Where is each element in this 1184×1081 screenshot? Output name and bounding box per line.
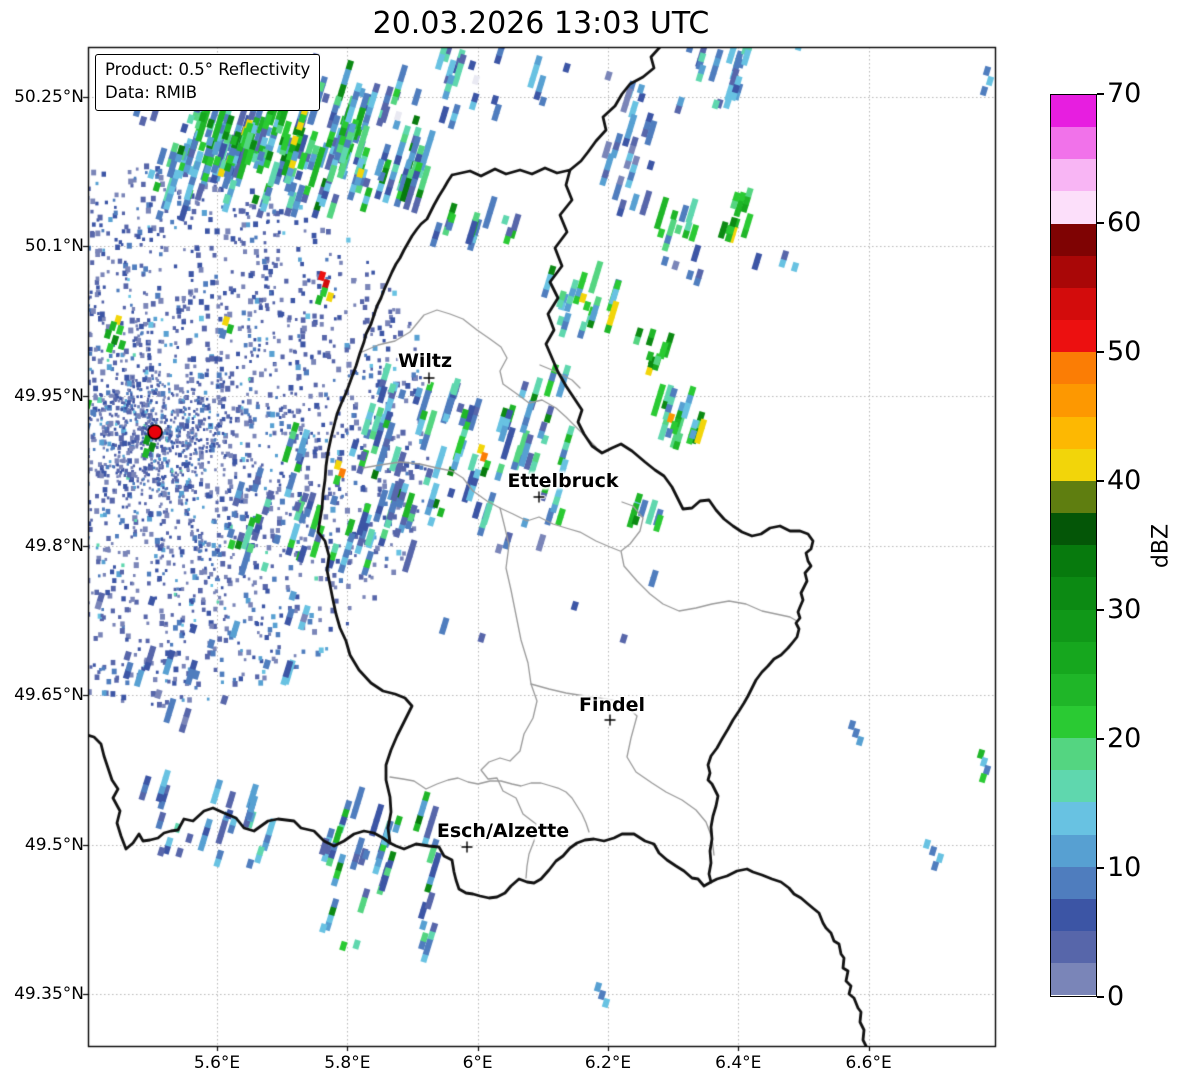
colorbar-band bbox=[1051, 738, 1096, 771]
colorbar-band bbox=[1051, 287, 1096, 321]
colorbar-tick-label: 0 bbox=[1107, 981, 1125, 1012]
city-label: Esch/Alzette bbox=[436, 820, 570, 842]
y-tick-label: 49.65°N bbox=[14, 685, 84, 706]
colorbar-tick bbox=[1097, 609, 1104, 611]
x-tick-label: 6.6°E bbox=[845, 1053, 892, 1073]
x-tick-label: 6°E bbox=[462, 1053, 493, 1073]
y-tick-label: 50.25°N bbox=[14, 86, 84, 107]
colorbar-axis-label: dBZ bbox=[1148, 523, 1174, 569]
colorbar-band bbox=[1051, 802, 1096, 835]
y-tick-label: 50.1°N bbox=[24, 236, 84, 257]
colorbar-tick-label: 70 bbox=[1107, 78, 1142, 109]
colorbar-band bbox=[1051, 705, 1096, 739]
radar-figure: 20.03.2026 13:03 UTC Product: 0.5° Refle… bbox=[0, 0, 1184, 1081]
colorbar-tick-label: 30 bbox=[1107, 594, 1142, 625]
colorbar-band bbox=[1051, 963, 1096, 996]
colorbar-tick bbox=[1097, 351, 1104, 353]
colorbar-band bbox=[1051, 770, 1096, 803]
colorbar-tick bbox=[1097, 867, 1104, 869]
colorbar-band bbox=[1051, 480, 1096, 514]
y-tick-label: 49.95°N bbox=[14, 385, 84, 406]
colorbar-band bbox=[1051, 223, 1096, 256]
colorbar-band bbox=[1051, 255, 1096, 288]
colorbar-band bbox=[1051, 834, 1096, 867]
colorbar-band bbox=[1051, 191, 1096, 224]
colorbar-band bbox=[1051, 641, 1096, 674]
colorbar-band bbox=[1051, 673, 1096, 706]
colorbar-band bbox=[1051, 513, 1096, 546]
x-tick-label: 6.2°E bbox=[584, 1053, 632, 1073]
colorbar-tick-label: 40 bbox=[1107, 465, 1142, 496]
x-tick-label: 6.4°E bbox=[715, 1053, 762, 1073]
colorbar-band bbox=[1051, 545, 1096, 578]
colorbar-tick bbox=[1097, 738, 1104, 740]
colorbar-band bbox=[1051, 609, 1096, 642]
colorbar-tick-label: 60 bbox=[1107, 207, 1142, 238]
city-label: Findel bbox=[578, 694, 646, 716]
radar-map-canvas bbox=[0, 0, 1184, 1081]
colorbar-band bbox=[1051, 577, 1096, 610]
colorbar-band bbox=[1051, 384, 1096, 417]
y-tick-label: 49.5°N bbox=[24, 834, 84, 855]
data-source-line: Data: RMIB bbox=[105, 82, 198, 102]
colorbar-band bbox=[1051, 352, 1096, 385]
colorbar-tick bbox=[1097, 996, 1104, 998]
figure-title: 20.03.2026 13:03 UTC bbox=[372, 6, 710, 41]
colorbar-tick-label: 50 bbox=[1107, 336, 1142, 367]
colorbar-band bbox=[1051, 127, 1096, 160]
colorbar-tick bbox=[1097, 480, 1104, 482]
colorbar-band bbox=[1051, 898, 1096, 932]
product-line: Product: 0.5° Reflectivity bbox=[105, 60, 311, 79]
colorbar-band bbox=[1051, 320, 1096, 353]
colorbar-band bbox=[1051, 931, 1096, 964]
colorbar-tick bbox=[1097, 222, 1104, 224]
city-label: Wiltz bbox=[397, 350, 453, 372]
x-tick-label: 5.6°E bbox=[193, 1053, 241, 1073]
y-tick-label: 49.35°N bbox=[14, 984, 84, 1005]
x-tick-label: 5.8°E bbox=[324, 1053, 371, 1073]
colorbar-band bbox=[1051, 416, 1096, 449]
colorbar-tick-label: 10 bbox=[1107, 852, 1142, 883]
colorbar-tick-label: 20 bbox=[1107, 723, 1142, 754]
colorbar-gradient bbox=[1050, 94, 1097, 997]
colorbar-band bbox=[1051, 95, 1096, 128]
colorbar-tick bbox=[1097, 93, 1104, 95]
y-tick-label: 49.8°N bbox=[24, 535, 84, 556]
city-label: Ettelbruck bbox=[507, 470, 619, 492]
colorbar-band bbox=[1051, 159, 1096, 192]
product-info-box: Product: 0.5° Reflectivity Data: RMIB bbox=[95, 54, 321, 111]
colorbar-band bbox=[1051, 448, 1096, 481]
colorbar-band bbox=[1051, 866, 1096, 899]
